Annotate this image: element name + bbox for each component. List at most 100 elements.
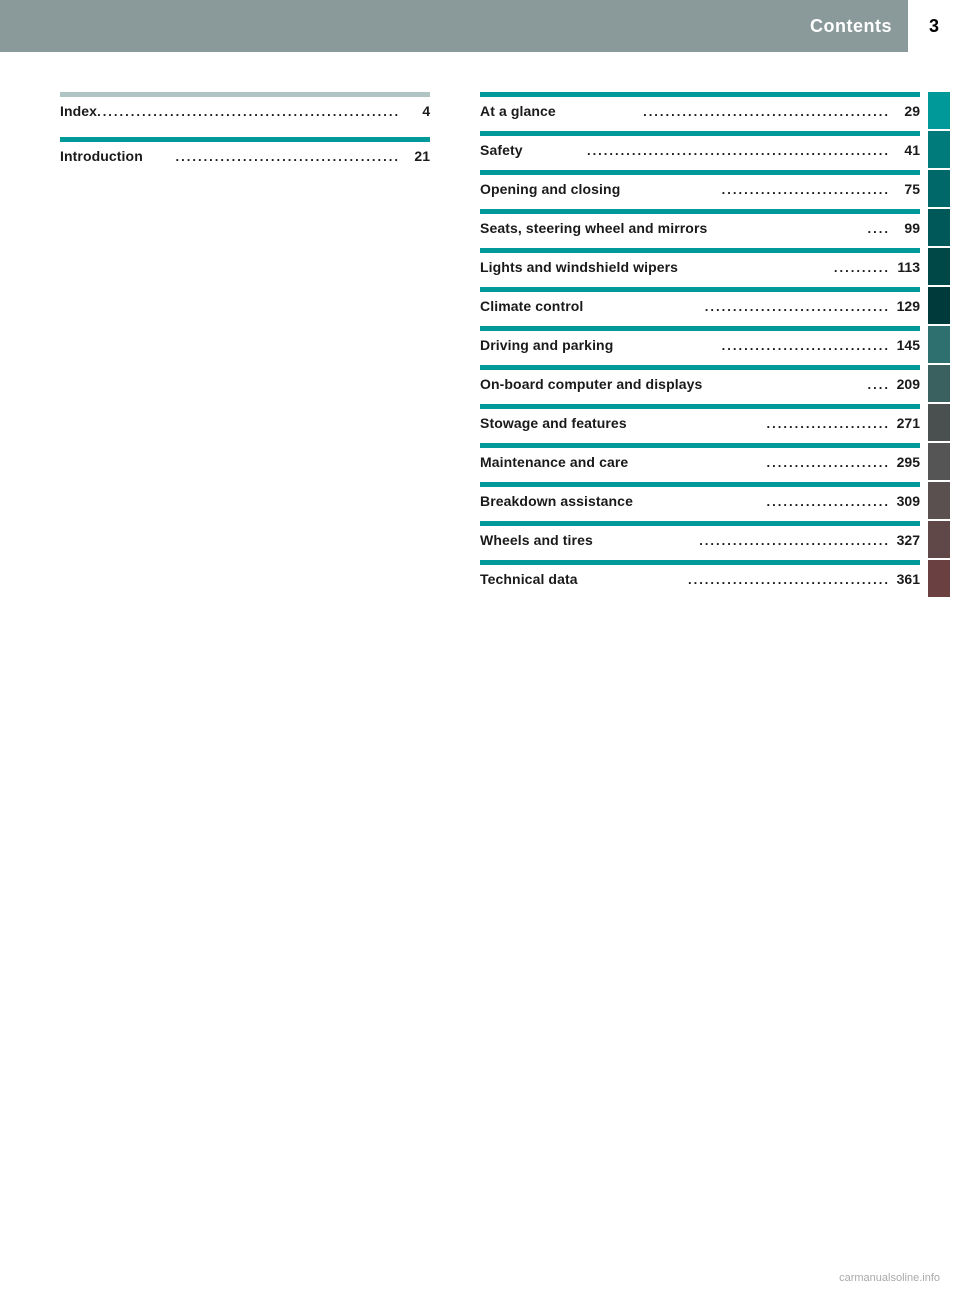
toc-page-breakdown: 309 xyxy=(890,493,920,509)
toc-page-climate: 129 xyxy=(890,298,920,314)
toc-tab-opening-closing xyxy=(928,170,950,207)
toc-bar-at-a-glance xyxy=(480,92,920,97)
toc-dots-breakdown: ...................... xyxy=(767,494,890,509)
toc-row-maintenance: Maintenance and care ...................… xyxy=(480,454,920,480)
toc-right-content-technical: Technical data .........................… xyxy=(480,560,920,597)
toc-section-introduction: Introduction ...........................… xyxy=(60,137,430,174)
toc-page-opening-closing: 75 xyxy=(890,181,920,197)
toc-bar-driving xyxy=(480,326,920,331)
toc-dots-technical: .................................... xyxy=(688,572,890,587)
toc-bar-opening-closing xyxy=(480,170,920,175)
toc-page-safety: 41 xyxy=(890,142,920,158)
toc-entry-seats: Seats, steering wheel and mirrors .... 9… xyxy=(480,209,950,246)
toc-page-driving: 145 xyxy=(890,337,920,353)
toc-page-index: 4 xyxy=(400,103,430,119)
toc-bar-technical xyxy=(480,560,920,565)
toc-label-onboard: On-board computer and displays xyxy=(480,376,868,392)
toc-label-seats: Seats, steering wheel and mirrors xyxy=(480,220,868,236)
toc-section-index: Index ..................................… xyxy=(60,92,430,129)
toc-bar-safety xyxy=(480,131,920,136)
toc-row-wheels: Wheels and tires .......................… xyxy=(480,532,920,558)
toc-bar-maintenance xyxy=(480,443,920,448)
toc-row-lights: Lights and windshield wipers .......... … xyxy=(480,259,920,285)
toc-entry-onboard: On-board computer and displays .... 209 xyxy=(480,365,950,402)
toc-dots-maintenance: ...................... xyxy=(767,455,890,470)
toc-row-driving: Driving and parking ....................… xyxy=(480,337,920,363)
toc-entry-breakdown: Breakdown assistance ...................… xyxy=(480,482,950,519)
toc-bar-introduction xyxy=(60,137,430,142)
toc-label-stowage: Stowage and features xyxy=(480,415,767,431)
toc-right-content-safety: Safety .................................… xyxy=(480,131,920,168)
toc-right-content-at-a-glance: At a glance ............................… xyxy=(480,92,920,129)
toc-entry-wheels: Wheels and tires .......................… xyxy=(480,521,950,558)
toc-entry-stowage: Stowage and features ...................… xyxy=(480,404,950,441)
toc-label-index: Index xyxy=(60,103,97,119)
toc-entry-safety: Safety .................................… xyxy=(480,131,950,168)
toc-label-lights: Lights and windshield wipers xyxy=(480,259,834,275)
toc-tab-seats xyxy=(928,209,950,246)
toc-dots-climate: ................................. xyxy=(705,299,890,314)
toc-dots-safety: ........................................… xyxy=(587,143,890,158)
toc-entry-driving: Driving and parking ....................… xyxy=(480,326,950,363)
toc-bar-seats xyxy=(480,209,920,214)
toc-right-content-opening-closing: Opening and closing ....................… xyxy=(480,170,920,207)
header-title-wrapper: Contents 3 xyxy=(810,0,960,52)
toc-label-breakdown: Breakdown assistance xyxy=(480,493,767,509)
toc-page-at-a-glance: 29 xyxy=(890,103,920,119)
toc-row-climate: Climate control ........................… xyxy=(480,298,920,324)
toc-tab-climate xyxy=(928,287,950,324)
toc-row-at-a-glance: At a glance ............................… xyxy=(480,103,920,129)
toc-bar-stowage xyxy=(480,404,920,409)
header-page-number: 3 xyxy=(908,0,960,52)
toc-tab-stowage xyxy=(928,404,950,441)
toc-page-technical: 361 xyxy=(890,571,920,587)
toc-entry-maintenance: Maintenance and care ...................… xyxy=(480,443,950,480)
toc-row-onboard: On-board computer and displays .... 209 xyxy=(480,376,920,402)
toc-right-content-breakdown: Breakdown assistance ...................… xyxy=(480,482,920,519)
toc-page-introduction: 21 xyxy=(400,148,430,164)
toc-tab-safety xyxy=(928,131,950,168)
toc-tab-breakdown xyxy=(928,482,950,519)
header-title: Contents xyxy=(810,16,908,37)
toc-page-stowage: 271 xyxy=(890,415,920,431)
toc-label-wheels: Wheels and tires xyxy=(480,532,699,548)
header-bar: Contents 3 xyxy=(0,0,960,52)
toc-bar-lights xyxy=(480,248,920,253)
toc-dots-seats: .... xyxy=(868,221,890,236)
toc-right-content-onboard: On-board computer and displays .... 209 xyxy=(480,365,920,402)
toc-dots-introduction: ........................................ xyxy=(176,149,400,164)
toc-page-wheels: 327 xyxy=(890,532,920,548)
toc-page-seats: 99 xyxy=(890,220,920,236)
toc-row-technical: Technical data .........................… xyxy=(480,571,920,597)
toc-label-climate: Climate control xyxy=(480,298,705,314)
toc-bar-breakdown xyxy=(480,482,920,487)
toc-row-breakdown: Breakdown assistance ...................… xyxy=(480,493,920,519)
toc-right-content-maintenance: Maintenance and care ...................… xyxy=(480,443,920,480)
toc-row-introduction: Introduction ...........................… xyxy=(60,148,430,174)
toc-tab-onboard xyxy=(928,365,950,402)
toc-page-lights: 113 xyxy=(890,259,920,275)
toc-label-at-a-glance: At a glance xyxy=(480,103,643,119)
toc-tab-lights xyxy=(928,248,950,285)
toc-right-content-seats: Seats, steering wheel and mirrors .... 9… xyxy=(480,209,920,246)
toc-label-technical: Technical data xyxy=(480,571,688,587)
toc-tab-maintenance xyxy=(928,443,950,480)
toc-dots-onboard: .... xyxy=(868,377,890,392)
toc-label-maintenance: Maintenance and care xyxy=(480,454,767,470)
toc-dots-lights: .......... xyxy=(834,260,890,275)
toc-label-introduction: Introduction xyxy=(60,148,176,164)
toc-row-opening-closing: Opening and closing ....................… xyxy=(480,181,920,207)
toc-dots-index: ........................................… xyxy=(97,104,400,119)
toc-row-index: Index ..................................… xyxy=(60,103,430,129)
toc-entry-opening-closing: Opening and closing ....................… xyxy=(480,170,950,207)
footer-watermark: carmanualsoline.info xyxy=(839,1272,940,1284)
toc-label-opening-closing: Opening and closing xyxy=(480,181,722,197)
left-column: Index ..................................… xyxy=(0,92,460,599)
toc-dots-stowage: ...................... xyxy=(767,416,890,431)
toc-entry-lights: Lights and windshield wipers .......... … xyxy=(480,248,950,285)
toc-tab-driving xyxy=(928,326,950,363)
toc-page-maintenance: 295 xyxy=(890,454,920,470)
toc-row-seats: Seats, steering wheel and mirrors .... 9… xyxy=(480,220,920,246)
content-area: Index ..................................… xyxy=(0,52,960,639)
toc-bar-onboard xyxy=(480,365,920,370)
